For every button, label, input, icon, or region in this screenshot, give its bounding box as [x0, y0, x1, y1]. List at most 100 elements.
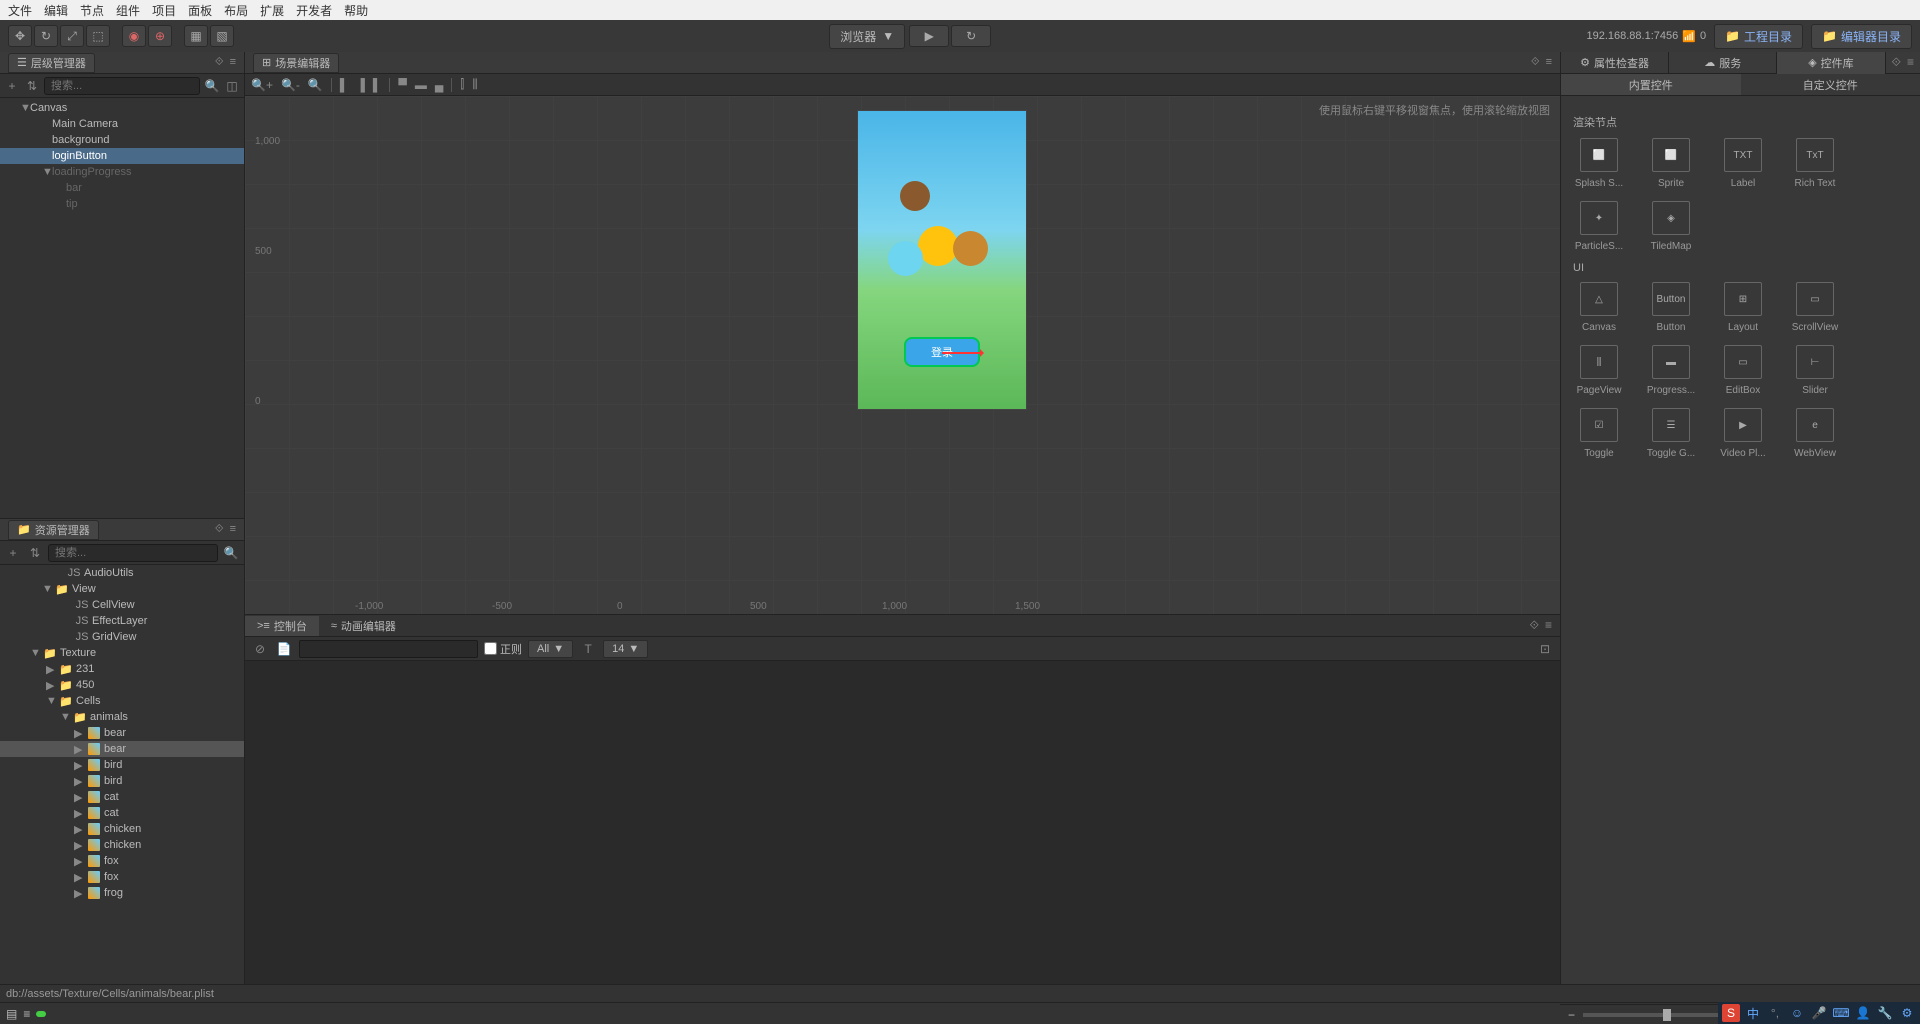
asset-item[interactable]: ▼📁View	[0, 581, 244, 597]
rotate-tool[interactable]: ↻	[34, 25, 58, 47]
align-center-icon[interactable]: ▐	[356, 78, 365, 92]
menu-item[interactable]: 文件	[8, 2, 32, 19]
login-button-preview[interactable]: 登录	[904, 337, 980, 367]
asset-item[interactable]: ▶chicken	[0, 837, 244, 853]
align-tool[interactable]: ▦	[184, 25, 208, 47]
asset-item[interactable]: ▶fox	[0, 869, 244, 885]
keyboard-icon[interactable]: ⌨	[1832, 1004, 1850, 1022]
asset-item[interactable]: ▶cat	[0, 789, 244, 805]
copy-console-button[interactable]: 📄	[275, 640, 293, 658]
sort-button[interactable]: ⇅	[24, 77, 40, 95]
log-icon[interactable]: ≡	[23, 1007, 30, 1021]
tree-item[interactable]: Main Camera	[0, 116, 244, 132]
menu-icon[interactable]: ≡	[230, 56, 236, 69]
popout-icon[interactable]: ⟐	[215, 523, 224, 536]
zoom-in-icon[interactable]: 🔍+	[251, 78, 273, 92]
animation-tab[interactable]: ≈ 动画编辑器	[319, 616, 408, 636]
align-top-icon[interactable]: ▀	[398, 78, 407, 92]
terminal-icon[interactable]: ▤	[6, 1007, 17, 1021]
control-editbox[interactable]: ▭EditBox	[1717, 345, 1769, 396]
control-label[interactable]: TXTLabel	[1717, 138, 1769, 189]
console-level-select[interactable]: All▼	[528, 640, 573, 658]
hierarchy-tree[interactable]: ▼CanvasMain CamerabackgroundloginButton▼…	[0, 98, 244, 518]
tool-icon[interactable]: 🔧	[1876, 1004, 1894, 1022]
menu-item[interactable]: 节点	[80, 2, 104, 19]
tree-item[interactable]: loginButton	[0, 148, 244, 164]
control-webview[interactable]: eWebView	[1789, 408, 1841, 459]
asset-item[interactable]: ▶fox	[0, 853, 244, 869]
asset-item[interactable]: ▼📁animals	[0, 709, 244, 725]
project-dir-button[interactable]: 📁 工程目录	[1714, 24, 1803, 49]
hierarchy-search[interactable]	[44, 77, 200, 95]
asset-item[interactable]: ▶bear	[0, 741, 244, 757]
refresh-button[interactable]: ↻	[951, 25, 991, 47]
menu-icon[interactable]: ≡	[230, 523, 236, 536]
service-tab[interactable]: ☁ 服务	[1669, 52, 1777, 74]
menu-icon[interactable]: ≡	[1545, 618, 1552, 633]
move-tool[interactable]: ✥	[8, 25, 32, 47]
asset-item[interactable]: JSEffectLayer	[0, 613, 244, 629]
asset-item[interactable]: ▶chicken	[0, 821, 244, 837]
asset-item[interactable]: ▼📁Cells	[0, 693, 244, 709]
menu-item[interactable]: 扩展	[260, 2, 284, 19]
tree-item[interactable]: tip	[0, 196, 244, 212]
console-output[interactable]	[245, 661, 1560, 984]
console-fontsize-select[interactable]: 14▼	[603, 640, 648, 658]
control-pageview[interactable]: ⫼PageView	[1573, 345, 1625, 396]
align-mid-icon[interactable]: ▬	[415, 78, 427, 92]
settings-icon[interactable]: ⚙	[1898, 1004, 1916, 1022]
tree-item[interactable]: bar	[0, 180, 244, 196]
popout-icon[interactable]: ⟐	[1531, 56, 1540, 69]
control-scrollview[interactable]: ▭ScrollView	[1789, 282, 1841, 333]
control-particles[interactable]: ✦ParticleS...	[1573, 201, 1625, 252]
distribute-h-icon[interactable]: ⫿	[460, 77, 464, 92]
control-tiledmap[interactable]: ◈TiledMap	[1645, 201, 1697, 252]
regex-checkbox[interactable]: 正则	[484, 641, 522, 657]
asset-item[interactable]: JSGridView	[0, 629, 244, 645]
custom-controls-tab[interactable]: 自定义控件	[1741, 74, 1920, 95]
menu-icon[interactable]: ≡	[1907, 55, 1914, 70]
tree-item[interactable]: ▼loadingProgress	[0, 164, 244, 180]
hierarchy-tab[interactable]: ☰ 层级管理器	[8, 53, 95, 73]
controls-tab[interactable]: ◈ 控件库	[1777, 52, 1885, 74]
tree-item[interactable]: ▼Canvas	[0, 100, 244, 116]
search-icon[interactable]: 🔍	[204, 77, 220, 95]
asset-item[interactable]: JSAudioUtils	[0, 565, 244, 581]
menu-item[interactable]: 项目	[152, 2, 176, 19]
anchor-tool[interactable]: ◉	[122, 25, 146, 47]
popout-icon[interactable]: ⟐	[215, 56, 224, 69]
game-preview[interactable]: 登录	[857, 110, 1027, 410]
tree-item[interactable]: background	[0, 132, 244, 148]
punct-icon[interactable]: °,	[1766, 1004, 1784, 1022]
sort-button[interactable]: ⇅	[26, 544, 44, 562]
distribute-v-icon[interactable]: ⫼	[472, 77, 478, 92]
control-toggleg[interactable]: ☰Toggle G...	[1645, 408, 1697, 459]
search-icon[interactable]: 🔍	[222, 544, 240, 562]
lang-icon[interactable]: 中	[1744, 1004, 1762, 1022]
zoom-out-icon[interactable]: −	[1568, 1008, 1575, 1022]
ime-icon[interactable]: S	[1722, 1004, 1740, 1022]
add-node-button[interactable]: +	[4, 77, 20, 95]
asset-item[interactable]: ▶📁450	[0, 677, 244, 693]
align-left-icon[interactable]: ▌	[340, 78, 349, 92]
menu-item[interactable]: 面板	[188, 2, 212, 19]
menu-item[interactable]: 布局	[224, 2, 248, 19]
editor-dir-button[interactable]: 📁 编辑器目录	[1811, 24, 1912, 49]
inspector-tab[interactable]: ⚙ 属性检查器	[1561, 52, 1669, 74]
control-progress[interactable]: ▬Progress...	[1645, 345, 1697, 396]
assets-tab[interactable]: 📁 资源管理器	[8, 520, 99, 540]
clear-console-button[interactable]: ⊘	[251, 640, 269, 658]
asset-item[interactable]: ▶cat	[0, 805, 244, 821]
scene-canvas[interactable]: 使用鼠标右键平移视窗焦点，使用滚轮缩放视图 1,000 500 0 -1,000…	[245, 96, 1560, 614]
popout-icon[interactable]: ⟐	[1892, 55, 1901, 70]
control-videopl[interactable]: ▶Video Pl...	[1717, 408, 1769, 459]
align-bot-icon[interactable]: ▄	[435, 78, 444, 92]
asset-item[interactable]: ▶📁231	[0, 661, 244, 677]
rect-tool[interactable]: ⬚	[86, 25, 110, 47]
assets-tree[interactable]: JSAudioUtils▼📁ViewJSCellViewJSEffectLaye…	[0, 565, 244, 984]
emoji-icon[interactable]: ☺	[1788, 1004, 1806, 1022]
menu-item[interactable]: 开发者	[296, 2, 332, 19]
assets-search[interactable]	[48, 544, 218, 562]
asset-item[interactable]: ▼📁Texture	[0, 645, 244, 661]
builtin-controls-tab[interactable]: 内置控件	[1561, 74, 1741, 95]
